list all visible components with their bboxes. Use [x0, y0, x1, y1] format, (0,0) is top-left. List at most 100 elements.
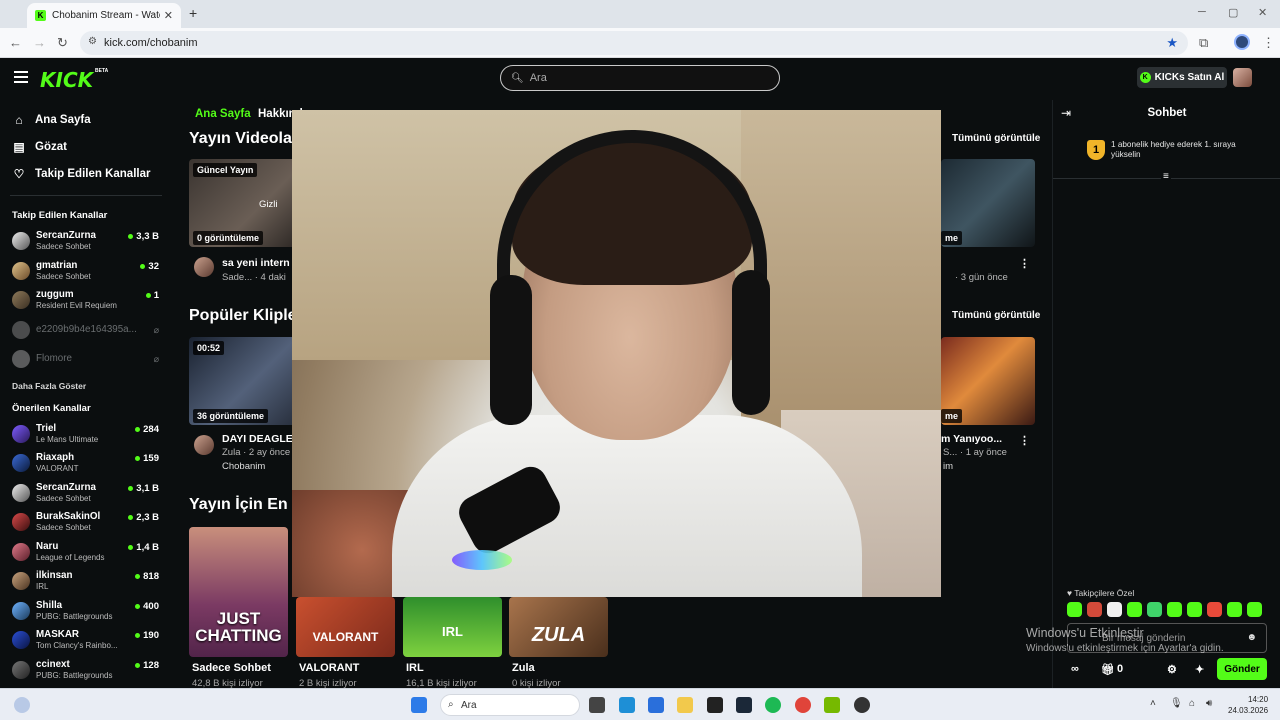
followed-channel-item-offline[interactable]: e2209b9b4e164395a... ⌀	[0, 316, 172, 346]
kicks-infinity-icon[interactable]: ∞	[1071, 663, 1079, 675]
nvidia-icon[interactable]	[824, 697, 840, 713]
app-icon[interactable]	[619, 697, 635, 713]
followed-channels-heading: Takip Edilen Kanallar	[12, 210, 108, 221]
clip-channel[interactable]: Chobanim	[222, 461, 265, 472]
chat-filter-icon[interactable]: ≡	[1161, 171, 1171, 182]
clip-title[interactable]: DAYI DEAGLE	[222, 433, 293, 445]
see-all-clips-link[interactable]: Tümünü görüntüle	[952, 310, 1040, 321]
close-tab-icon[interactable]: ✕	[164, 9, 173, 22]
recommended-channel-item[interactable]: BurakSakinOl Sadece Sohbet 2,3 B	[0, 508, 172, 538]
badge-settings-icon[interactable]: ✦	[1195, 663, 1204, 676]
recommended-channel-item[interactable]: Triel Le Mans Ultimate 284	[0, 420, 172, 450]
kick-logo[interactable]: KICK	[40, 68, 93, 92]
tab-home[interactable]: Ana Sayfa	[195, 108, 251, 120]
menu-dots-icon[interactable]: ⋮	[1262, 35, 1275, 51]
clip-thumbnail[interactable]: me	[941, 337, 1035, 425]
send-message-button[interactable]: Gönder	[1217, 658, 1267, 680]
obs-icon[interactable]	[854, 697, 870, 713]
emote-icon[interactable]	[1167, 602, 1182, 617]
see-all-videos-link[interactable]: Tümünü görüntüle	[952, 133, 1040, 144]
emote-icon[interactable]	[1247, 602, 1262, 617]
emote-icon[interactable]	[1187, 602, 1202, 617]
gift-icon[interactable]: 🎁︎	[1101, 663, 1115, 676]
video-thumbnail[interactable]: me	[941, 159, 1035, 247]
start-menu-icon[interactable]	[411, 697, 427, 713]
show-more-link[interactable]: Daha Fazla Göster	[0, 375, 172, 395]
clip-channel[interactable]: im	[943, 461, 953, 472]
emote-icon[interactable]	[1067, 602, 1082, 617]
recommended-channel-item[interactable]: ilkinsan IRL 818	[0, 567, 172, 597]
spotify-icon[interactable]	[765, 697, 781, 713]
minimize-icon[interactable]: ─	[1198, 6, 1206, 18]
system-clock[interactable]: 14:20 24.03.2026	[1228, 694, 1268, 716]
capcut-icon[interactable]	[707, 697, 723, 713]
emote-icon[interactable]	[1127, 602, 1142, 617]
recommended-channel-item[interactable]: Shilla PUBG: Battlegrounds 400	[0, 597, 172, 627]
address-bar[interactable]: ⚙ kick.com/chobanim ★	[80, 31, 1188, 55]
store-icon[interactable]	[648, 697, 664, 713]
channel-avatar[interactable]	[194, 435, 214, 455]
recommended-channel-item[interactable]: MASKAR Tom Clancy's Rainbo... 190	[0, 626, 172, 656]
more-options-icon[interactable]: ⋮	[1019, 434, 1030, 447]
followed-channel-item[interactable]: SercanZurna Sadece Sohbet 3,3 B	[0, 227, 172, 257]
recommended-channel-item[interactable]: Naru League of Legends 1,4 B	[0, 538, 172, 568]
video-thumbnail[interactable]: Güncel Yayın Gizli 0 görüntüleme	[189, 159, 299, 247]
followed-channel-item[interactable]: zuggum Resident Evil Requiem 1	[0, 286, 172, 316]
category-card-just-chatting[interactable]: JUST CHATTING	[189, 527, 288, 657]
sidebar-item-following[interactable]: ♡ Takip Edilen Kanallar	[0, 160, 172, 187]
emote-icon[interactable]	[1147, 602, 1162, 617]
chrome-icon[interactable]	[795, 697, 811, 713]
category-card-zula[interactable]: ZULA	[509, 597, 608, 657]
task-view-icon[interactable]	[589, 697, 605, 713]
live-video-player[interactable]	[292, 110, 941, 597]
emote-icon[interactable]	[1087, 602, 1102, 617]
back-icon[interactable]: ←	[9, 35, 22, 50]
maximize-icon[interactable]: ▢	[1228, 6, 1238, 19]
recommended-channel-item[interactable]: ccinext PUBG: Battlegrounds 128	[0, 656, 172, 686]
clip-title[interactable]: m Yanıyoo...	[941, 433, 1002, 445]
bookmark-star-icon[interactable]: ★	[1166, 35, 1178, 51]
taskbar-search-input[interactable]: ⌕ Ara	[440, 694, 580, 716]
channel-avatar[interactable]	[194, 257, 214, 277]
followed-channel-item-offline[interactable]: Flomore ⌀	[0, 345, 172, 375]
category-card-valorant[interactable]: VALORANT	[296, 597, 395, 657]
hamburger-menu-icon[interactable]	[14, 71, 28, 83]
network-icon[interactable]: ⌂	[1189, 698, 1195, 709]
browser-tab[interactable]: K Chobanim Stream - Watch Live ✕	[27, 3, 181, 28]
buy-kicks-button[interactable]: K KICKs Satın Al	[1137, 67, 1227, 88]
chat-settings-icon[interactable]: ⚙	[1167, 663, 1177, 676]
widgets-icon[interactable]	[14, 697, 30, 713]
emote-icon[interactable]	[1227, 602, 1242, 617]
category-name[interactable]: Sadece Sohbet	[192, 662, 271, 674]
browser-profile-icon[interactable]	[1234, 34, 1250, 50]
site-settings-icon[interactable]: ⚙	[88, 36, 97, 47]
more-options-icon[interactable]: ⋮	[1019, 257, 1030, 270]
new-tab-button[interactable]: +	[189, 5, 197, 21]
recommended-channel-item[interactable]: Riaxaph VALORANT 159	[0, 449, 172, 479]
tray-chevron-icon[interactable]: ˄	[1150, 698, 1156, 709]
user-avatar[interactable]	[1233, 68, 1252, 87]
sidebar-item-home[interactable]: ⌂ Ana Sayfa	[0, 106, 172, 133]
pinned-gift-leaderboard[interactable]: 1 1 abonelik hediye ederek 1. sıraya yük…	[1087, 140, 1267, 160]
extensions-icon[interactable]: ⧉	[1199, 35, 1208, 51]
emote-icon[interactable]	[1207, 602, 1222, 617]
reload-icon[interactable]: ↻	[57, 35, 68, 51]
microphone-icon[interactable]: 🎙︎	[1170, 698, 1183, 709]
emoji-picker-icon[interactable]: ☻	[1246, 632, 1257, 643]
emote-icon[interactable]	[1107, 602, 1122, 617]
forward-icon[interactable]: →	[33, 35, 46, 50]
volume-icon[interactable]: 🔊︎	[1206, 698, 1212, 709]
file-explorer-icon[interactable]	[677, 697, 693, 713]
video-title[interactable]: sa yeni intern	[222, 257, 290, 269]
search-input[interactable]: 🔍︎ Ara	[500, 65, 780, 91]
recommended-channel-item[interactable]: SercanZurna Sadece Sohbet 3,1 B	[0, 479, 172, 509]
followed-channel-item[interactable]: gmatrian Sadece Sohbet 32	[0, 257, 172, 287]
steam-icon[interactable]	[736, 697, 752, 713]
category-card-irl[interactable]: IRL	[403, 597, 502, 657]
category-name[interactable]: IRL	[406, 662, 424, 674]
close-window-icon[interactable]: ✕	[1258, 6, 1267, 19]
category-name[interactable]: Zula	[512, 662, 535, 674]
sidebar-item-browse[interactable]: ▤ Gözat	[0, 133, 172, 160]
clip-thumbnail[interactable]: 00:52 36 görüntüleme	[189, 337, 299, 425]
category-name[interactable]: VALORANT	[299, 662, 359, 674]
